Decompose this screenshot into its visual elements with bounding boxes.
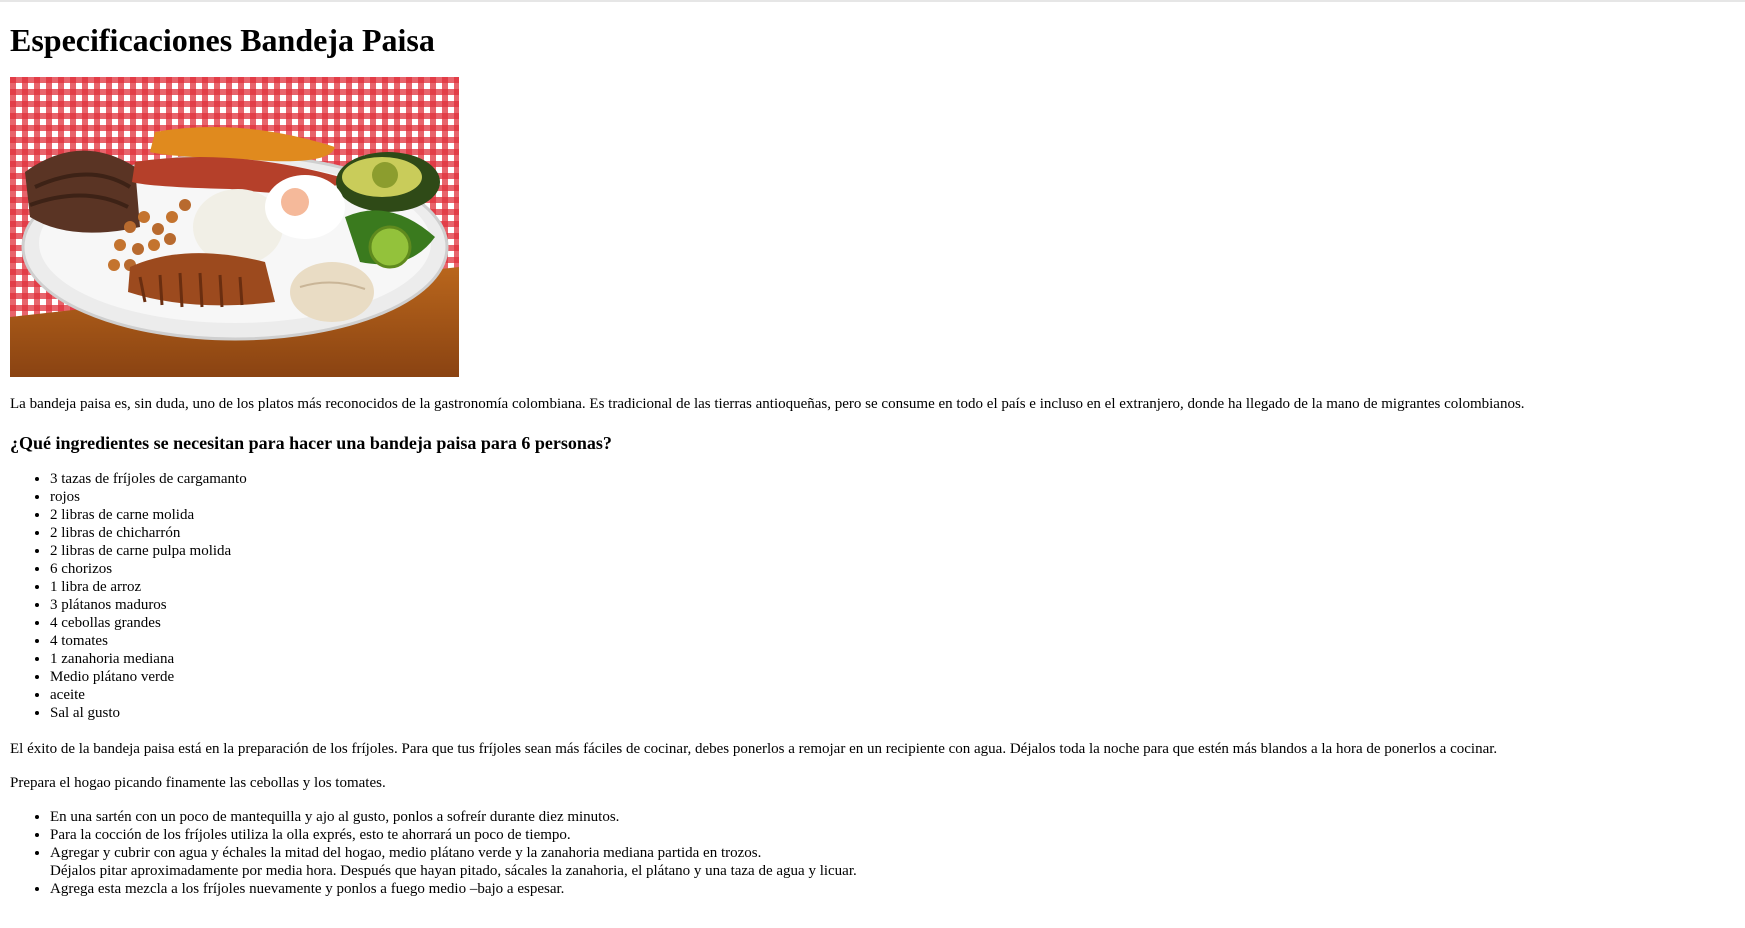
steps-list: En una sartén con un poco de mantequilla… [10,808,1735,898]
top-border [0,0,1745,2]
list-item: 2 libras de carne molida [50,506,1735,524]
hogao-paragraph: Prepara el hogao picando finamente las c… [10,775,386,792]
step-text-continued: Déjalos pitar aproximadamente por media … [50,863,857,880]
ingredients-heading: ¿Qué ingredientes se necesitan para hace… [10,432,612,453]
list-item: 1 zanahoria mediana [50,650,1735,668]
list-item: 3 plátanos maduros [50,596,1735,614]
bandeja-paisa-photo [10,76,459,377]
list-item: 1 libra de arroz [50,578,1735,596]
list-item: Agregar y cubrir con agua y échales la m… [50,844,1735,880]
page-title: Especificaciones Bandeja Paisa [10,22,435,58]
list-item: 6 chorizos [50,560,1735,578]
list-item: aceite [50,686,1735,704]
step-text: Agregar y cubrir con agua y échales la m… [50,845,762,862]
list-item: Sal al gusto [50,704,1735,722]
list-item: rojos [50,488,1735,506]
list-item: 2 libras de carne pulpa molida [50,542,1735,560]
intro-paragraph: La bandeja paisa es, sin duda, uno de lo… [10,395,1525,412]
list-item: Medio plátano verde [50,668,1735,686]
list-item: En una sartén con un poco de mantequilla… [50,808,1735,826]
list-item: Agrega esta mezcla a los fríjoles nuevam… [50,880,1735,898]
list-item: 4 tomates [50,632,1735,650]
list-item: 2 libras de chicharrón [50,524,1735,542]
list-item: 3 tazas de fríjoles de cargamanto [50,470,1735,488]
ingredients-list: 3 tazas de fríjoles de cargamanto rojos … [10,470,1735,722]
success-paragraph: El éxito de la bandeja paisa está en la … [10,741,1498,758]
page-content: Especificaciones Bandeja Paisa La bandej… [0,22,1745,898]
list-item: 4 cebollas grandes [50,614,1735,632]
list-item: Para la cocción de los fríjoles utiliza … [50,826,1735,844]
